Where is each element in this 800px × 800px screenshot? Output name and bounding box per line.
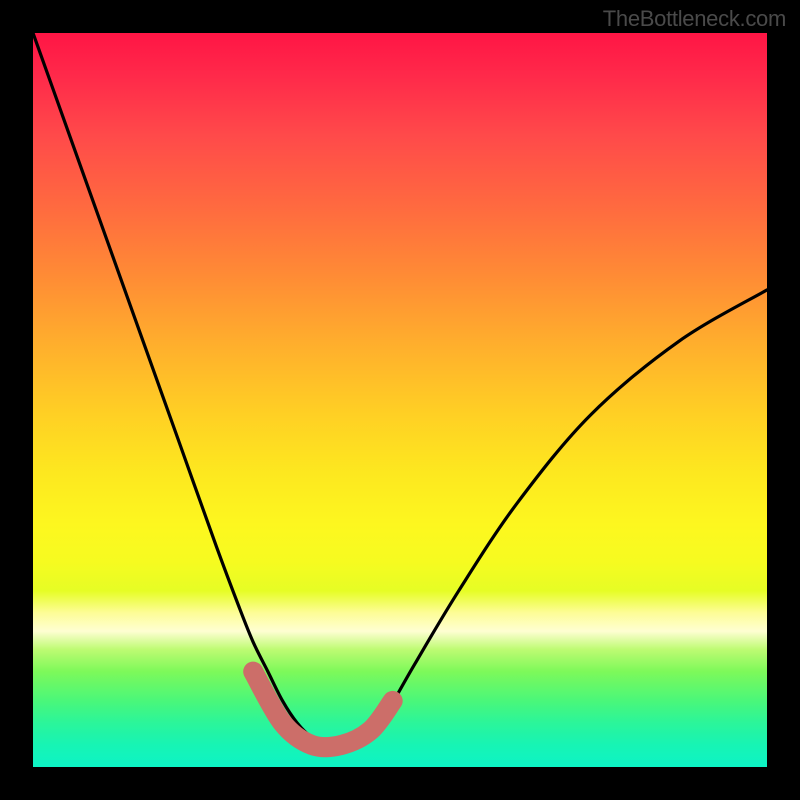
bottleneck-curve: [33, 33, 767, 746]
watermark-text: TheBottleneck.com: [603, 6, 786, 32]
chart-svg: [33, 33, 767, 767]
chart-plot-area: [33, 33, 767, 767]
